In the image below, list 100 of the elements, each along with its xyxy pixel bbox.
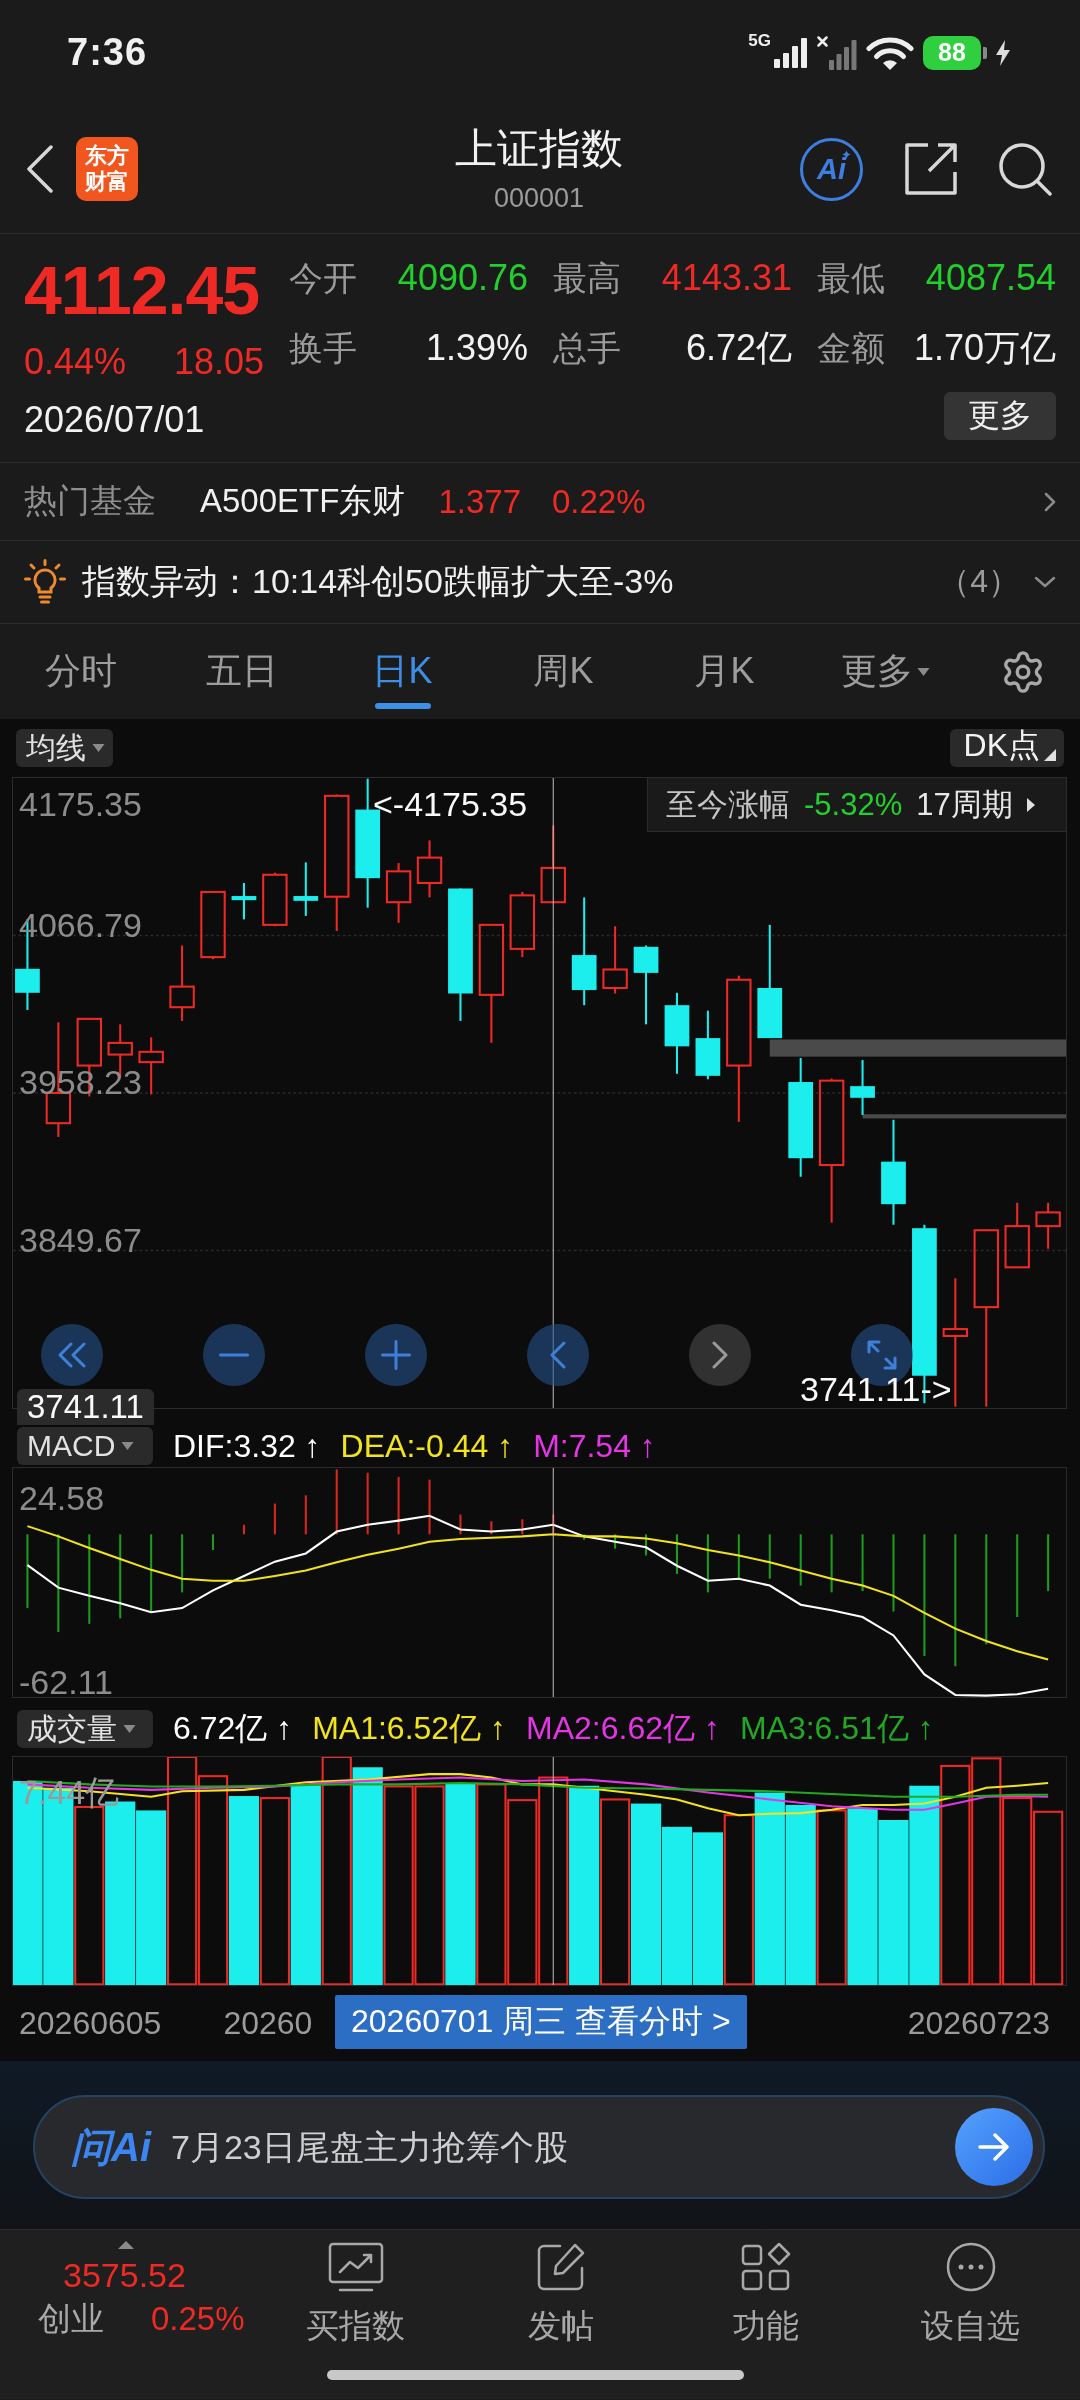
sparkle-icon bbox=[842, 149, 851, 159]
stat-label: 最高 bbox=[553, 258, 621, 299]
macd-bar bbox=[304, 1495, 307, 1535]
back-button[interactable] bbox=[26, 145, 54, 193]
macd-bar bbox=[614, 1534, 617, 1549]
minus-icon bbox=[219, 1353, 249, 1357]
macd-bar bbox=[490, 1521, 493, 1535]
macd-max-label: 24.58 bbox=[19, 1480, 105, 1516]
macd-bar bbox=[552, 1514, 555, 1535]
indicator-selector[interactable]: 均线 bbox=[16, 729, 113, 767]
date-axis-label: 20260605 bbox=[19, 2005, 162, 2042]
ticker-change: 0.25% bbox=[151, 2299, 245, 2339]
macd-bar bbox=[397, 1476, 400, 1535]
period-tab[interactable]: 分时 bbox=[0, 624, 161, 719]
fund-name[interactable]: A500ETF东财 bbox=[200, 479, 406, 524]
volume-reading: MA2:6.62亿 ↑ bbox=[526, 1709, 720, 1748]
macd-bar bbox=[181, 1534, 184, 1593]
volume-selector[interactable]: 成交量 bbox=[17, 1710, 153, 1748]
macd-bar bbox=[459, 1514, 462, 1535]
period-tab[interactable]: 周K bbox=[483, 624, 644, 719]
bottom-nav-item[interactable]: 买指数 bbox=[253, 2230, 458, 2358]
volume-reading: MA1:6.52亿 ↑ bbox=[312, 1709, 507, 1748]
alert-count: （4） bbox=[938, 562, 1020, 601]
macd-bar bbox=[212, 1534, 215, 1551]
corner-triangle-icon bbox=[1044, 749, 1056, 761]
price-axis-label: 3849.67 bbox=[19, 1221, 142, 1258]
more-icon bbox=[945, 2242, 996, 2292]
battery-indicator: 88 bbox=[923, 35, 987, 70]
index-alert-text[interactable]: 指数异动：10:14科创50跌幅扩大至-3% bbox=[82, 559, 674, 605]
macd-min-label: -62.11 bbox=[19, 1664, 113, 1700]
volume-reading: 6.72亿 ↑ bbox=[173, 1709, 293, 1748]
period-tab[interactable]: 月K bbox=[644, 624, 805, 719]
bottom-nav-item[interactable]: 设自选 bbox=[868, 2230, 1073, 2358]
view-intraday-button[interactable]: 20260701 周三 查看分时 > bbox=[335, 1995, 747, 2049]
double-chevron-left-icon bbox=[57, 1342, 87, 1368]
macd-bar bbox=[335, 1469, 338, 1535]
caret-down-icon bbox=[123, 1725, 136, 1733]
macd-bar bbox=[675, 1534, 678, 1574]
candlestick bbox=[509, 891, 536, 958]
stat-value: 4143.31 bbox=[661, 256, 792, 300]
macd-bar bbox=[428, 1479, 431, 1535]
candlestick bbox=[416, 840, 443, 898]
no-signal-icon bbox=[817, 35, 857, 70]
macd-bar bbox=[1047, 1534, 1050, 1592]
macd-bar bbox=[645, 1534, 648, 1556]
macd-bar bbox=[706, 1534, 709, 1593]
share-icon bbox=[905, 143, 957, 195]
range-change: -5.32% bbox=[804, 786, 903, 823]
candlestick bbox=[200, 890, 226, 960]
stat-value: 1.39% bbox=[425, 326, 528, 370]
expand-icon bbox=[867, 1340, 897, 1370]
stat-value: 6.72亿 bbox=[685, 326, 792, 370]
bottom-nav-item[interactable]: 功能 bbox=[663, 2230, 868, 2358]
wifi-icon bbox=[866, 35, 914, 70]
bottom-nav-item[interactable]: 发帖 bbox=[458, 2230, 663, 2358]
price-axis-label: 4066.79 bbox=[19, 906, 142, 943]
macd-reading: M:7.54 ↑ bbox=[533, 1427, 656, 1465]
chevron-down-icon[interactable] bbox=[1034, 576, 1056, 588]
stat-label: 金额 bbox=[817, 328, 885, 369]
macd-reading: DIF:3.32 ↑ bbox=[173, 1427, 321, 1465]
macd-bar bbox=[366, 1472, 369, 1535]
charging-icon bbox=[996, 39, 1010, 66]
caret-down-icon bbox=[92, 744, 105, 752]
macd-bar bbox=[861, 1534, 864, 1592]
fund-price: 1.377 bbox=[438, 482, 521, 521]
share-button[interactable] bbox=[905, 143, 957, 195]
send-button[interactable] bbox=[955, 2108, 1033, 2186]
plus-icon bbox=[381, 1340, 411, 1370]
stat-label: 总手 bbox=[553, 328, 621, 369]
candlestick bbox=[850, 1060, 875, 1115]
stat-label: 今开 bbox=[289, 258, 357, 299]
ticker-name: 创业 bbox=[38, 2299, 104, 2339]
ai-assistant-button[interactable]: Ai bbox=[800, 137, 863, 201]
fund-change: 0.22% bbox=[552, 482, 646, 521]
index-price: 4112.45 bbox=[24, 254, 260, 326]
macd-selector[interactable]: MACD bbox=[17, 1427, 153, 1465]
stat-value: 1.70万亿 bbox=[913, 326, 1056, 370]
range-summary-panel[interactable]: 至今涨幅 -5.32% 17周期 bbox=[647, 778, 1066, 832]
caret-up-icon[interactable] bbox=[118, 2241, 134, 2249]
chart-monitor-icon bbox=[327, 2242, 384, 2292]
date-axis-label: 20260 bbox=[223, 2005, 313, 2042]
date-axis-label: 20260723 bbox=[907, 2005, 1050, 2042]
chevron-right-icon[interactable] bbox=[1044, 491, 1056, 512]
range-label: 至今涨幅 bbox=[666, 785, 790, 824]
period-tab[interactable]: 更多 bbox=[805, 624, 966, 719]
dk-point-button[interactable]: DK点 bbox=[949, 729, 1064, 767]
ask-ai-field[interactable]: 问Ai 7月23日尾盘主力抢筹个股 bbox=[33, 2095, 1045, 2199]
more-button[interactable]: 更多 bbox=[944, 392, 1056, 440]
lightbulb-icon bbox=[24, 559, 66, 605]
search-icon bbox=[999, 142, 1052, 196]
ticker-price: 3575.52 bbox=[63, 2255, 187, 2296]
period-tab[interactable]: 日K bbox=[322, 624, 483, 719]
search-button[interactable] bbox=[999, 142, 1052, 196]
change-percent: 0.44% bbox=[24, 340, 127, 384]
edit-icon bbox=[535, 2242, 586, 2292]
volume-reading: MA3:6.51亿 ↑ bbox=[739, 1709, 934, 1748]
macd-bar bbox=[768, 1534, 771, 1579]
stat-label: 换手 bbox=[289, 328, 357, 369]
period-tab[interactable]: 五日 bbox=[161, 624, 322, 719]
ask-ai-input[interactable]: 7月23日尾盘主力抢筹个股 bbox=[171, 2117, 943, 2177]
